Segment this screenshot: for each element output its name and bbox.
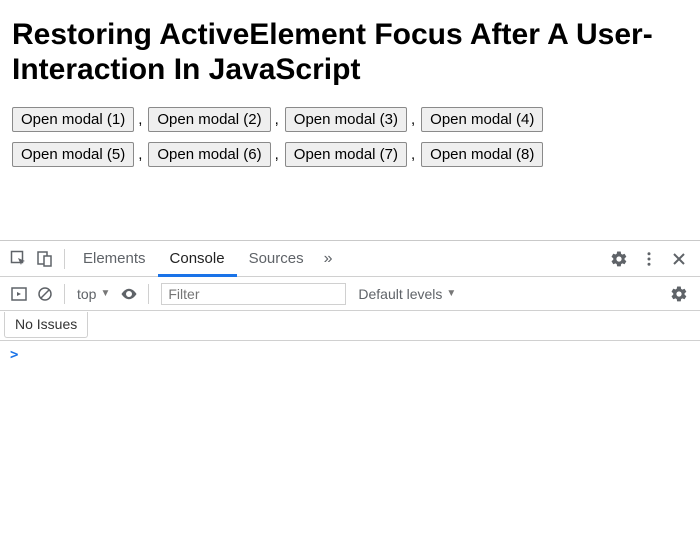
open-modal-5-button[interactable]: Open modal (5) (12, 142, 134, 167)
log-levels-label: Default levels (358, 286, 442, 302)
more-menu-icon[interactable] (634, 244, 664, 274)
page-content: Restoring ActiveElement Focus After A Us… (0, 0, 700, 167)
console-prompt-icon: > (10, 347, 18, 363)
open-modal-8-button[interactable]: Open modal (8) (421, 142, 543, 167)
close-icon[interactable] (664, 244, 694, 274)
issues-tab[interactable]: No Issues (4, 312, 88, 338)
open-modal-7-button[interactable]: Open modal (7) (285, 142, 407, 167)
inspect-element-icon[interactable] (6, 246, 32, 272)
separator: , (411, 146, 415, 163)
separator: , (138, 111, 142, 128)
open-modal-6-button[interactable]: Open modal (6) (148, 142, 270, 167)
tab-console[interactable]: Console (158, 241, 237, 277)
separator: , (138, 146, 142, 163)
chevron-down-icon: ▼ (100, 288, 110, 299)
execution-context-label: top (77, 286, 96, 302)
button-row-2: Open modal (5) , Open modal (6) , Open m… (12, 142, 688, 167)
tab-elements[interactable]: Elements (71, 241, 158, 277)
settings-gear-icon[interactable] (604, 244, 634, 274)
tab-sources[interactable]: Sources (237, 241, 316, 277)
separator: , (411, 111, 415, 128)
clear-console-icon[interactable] (32, 281, 58, 307)
console-sidebar-toggle-icon[interactable] (6, 281, 32, 307)
devtools-panel: Elements Console Sources » top ▼ (0, 240, 700, 549)
devtools-tabbar: Elements Console Sources » (0, 241, 700, 277)
console-output[interactable]: > (0, 341, 700, 369)
console-filter-input[interactable] (161, 283, 346, 305)
live-expression-eye-icon[interactable] (116, 281, 142, 307)
divider (64, 249, 65, 269)
open-modal-4-button[interactable]: Open modal (4) (421, 107, 543, 132)
divider (64, 284, 65, 304)
separator: , (275, 111, 279, 128)
console-settings-gear-icon[interactable] (664, 279, 694, 309)
page-title: Restoring ActiveElement Focus After A Us… (12, 18, 688, 87)
separator: , (275, 146, 279, 163)
chevron-down-icon: ▼ (446, 288, 456, 299)
open-modal-1-button[interactable]: Open modal (1) (12, 107, 134, 132)
issues-bar: No Issues (0, 311, 700, 341)
button-row-1: Open modal (1) , Open modal (2) , Open m… (12, 107, 688, 132)
console-toolbar: top ▼ Default levels ▼ (0, 277, 700, 311)
device-toggle-icon[interactable] (32, 246, 58, 272)
divider (148, 284, 149, 304)
open-modal-2-button[interactable]: Open modal (2) (148, 107, 270, 132)
log-levels-selector[interactable]: Default levels ▼ (352, 286, 462, 302)
execution-context-selector[interactable]: top ▼ (71, 286, 116, 302)
open-modal-3-button[interactable]: Open modal (3) (285, 107, 407, 132)
tabs-overflow-button[interactable]: » (316, 250, 341, 268)
